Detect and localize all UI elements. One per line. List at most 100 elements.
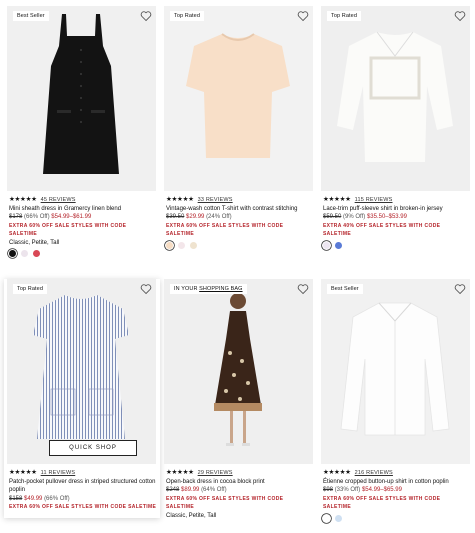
product-name[interactable]: Patch-pocket pullover dress in striped s… [9, 478, 158, 495]
sale-price: $54.99–$65.99 [361, 487, 402, 493]
sale-price: $54.99–$61.99 [51, 214, 92, 220]
sale-price: $89.99 [181, 487, 200, 493]
color-swatch[interactable] [335, 241, 342, 249]
color-swatch[interactable] [323, 514, 330, 522]
tshirt-image [164, 6, 313, 191]
star-rating: ★★★★★ [166, 469, 194, 476]
product-name[interactable]: Étienne cropped button-up shirt in cotto… [323, 478, 468, 487]
product-badge: Top Rated [170, 11, 204, 21]
star-rating: ★★★★★ [9, 196, 37, 203]
color-swatch[interactable] [166, 241, 173, 249]
heart-icon[interactable] [140, 10, 152, 22]
promo-text: EXTRA 60% OFF SALE STYLES WITH CODE SALE… [9, 222, 127, 238]
original-price: $248 [166, 487, 180, 493]
rating-row: ★★★★★ 45 REVIEWS [9, 196, 154, 205]
color-swatches [323, 241, 468, 249]
product-card[interactable]: Best Seller ★★★★★ 216 REVIEWS Étienne cr… [321, 279, 470, 522]
rating-row: ★★★★★ 115 REVIEWS [323, 196, 468, 205]
star-rating: ★★★★★ [323, 469, 351, 476]
sale-price: $49.99 [24, 495, 43, 502]
in-bag-badge: IN YOUR SHOPPING BAG [170, 284, 247, 294]
discount-percent: (64% Off) [201, 487, 227, 493]
product-card[interactable]: Top Rated ★★★★★ 33 REVIEWS Vintage-wash … [164, 6, 313, 249]
reviews-link[interactable]: 11 REVIEWS [41, 469, 76, 478]
color-swatch[interactable] [335, 514, 342, 522]
price-row: $158 $49.99 (66% Off) [9, 495, 158, 504]
rating-row: ★★★★★ 29 REVIEWS [166, 469, 311, 478]
price-row: $98 (33% Off) $54.99–$65.99 [323, 486, 468, 495]
product-card[interactable]: IN YOUR SHOPPING BAG ★★★★★ 29 REVIEWS Op… [164, 279, 313, 520]
price-row: $39.50 $29.99 (24% Off) [166, 213, 311, 222]
promo-text: EXTRA 60% OFF SALE STYLES WITH CODE SALE… [166, 222, 284, 238]
product-name[interactable]: Lace-trim puff-sleeve shirt in broken-in… [323, 205, 468, 214]
reviews-link[interactable]: 216 REVIEWS [355, 469, 393, 478]
star-rating: ★★★★★ [9, 469, 37, 476]
product-image[interactable]: Best Seller [7, 6, 156, 191]
product-badge: Top Rated [13, 284, 47, 294]
color-swatches [166, 241, 311, 249]
original-price: $59.50 [323, 214, 342, 220]
promo-text: EXTRA 40% OFF SALE STYLES WITH CODE SALE… [323, 222, 441, 238]
product-badge: Best Seller [13, 11, 49, 21]
sale-price: $29.99 [186, 214, 205, 220]
star-rating: ★★★★★ [166, 196, 194, 203]
promo-text: EXTRA 60% OFF SALE STYLES WITH CODE SALE… [9, 504, 157, 510]
product-image[interactable]: IN YOUR SHOPPING BAG [164, 279, 313, 464]
block-print-dress-image [164, 279, 313, 464]
promo-text: EXTRA 60% OFF SALE STYLES WITH CODE SALE… [166, 495, 284, 511]
product-card[interactable]: Best Seller ★★★★★ 45 REVIEWS Mini sheath… [7, 6, 156, 257]
heart-icon[interactable] [140, 283, 152, 295]
reviews-link[interactable]: 33 REVIEWS [198, 196, 233, 205]
color-swatches [9, 250, 154, 257]
promo-text: EXTRA 60% OFF SALE STYLES WITH CODE SALE… [323, 495, 441, 511]
product-name[interactable]: Vintage-wash cotton T-shirt with contras… [166, 205, 311, 214]
price-row: $248 $89.99 (64% Off) [166, 486, 311, 495]
star-rating: ★★★★★ [323, 196, 351, 203]
button-up-shirt-image [321, 279, 470, 464]
reviews-link[interactable]: 29 REVIEWS [198, 469, 233, 478]
heart-icon[interactable] [297, 283, 309, 295]
color-swatch[interactable] [323, 241, 330, 249]
heart-icon[interactable] [454, 283, 466, 295]
reviews-link[interactable]: 115 REVIEWS [355, 196, 393, 205]
fit-options: Classic, Petite, Tall [9, 239, 60, 246]
product-name[interactable]: Open-back dress in cocoa block print [166, 478, 311, 487]
discount-percent: (66% Off) [24, 214, 50, 220]
product-badge: Top Rated [327, 11, 361, 21]
heart-icon[interactable] [297, 10, 309, 22]
product-name[interactable]: Mini sheath dress in Gramercy linen blen… [9, 205, 154, 214]
lace-shirt-image [321, 6, 470, 191]
fit-options: Classic, Petite, Tall [166, 512, 217, 519]
original-price: $39.50 [166, 214, 185, 220]
original-price: $178 [9, 214, 23, 220]
original-price: $158 [9, 495, 23, 502]
shopping-bag-link[interactable]: SHOPPING BAG [199, 286, 242, 292]
rating-row: ★★★★★ 216 REVIEWS [323, 469, 468, 478]
product-badge: Best Seller [327, 284, 363, 294]
heart-icon[interactable] [454, 10, 466, 22]
product-card[interactable]: Top Rated QUICK SHOP ★★★★★ 11 REVIEWS Pa… [4, 279, 160, 518]
sale-price: $35.50–$53.99 [366, 214, 407, 220]
product-image[interactable]: Best Seller [321, 279, 470, 464]
product-image[interactable]: Top Rated QUICK SHOP [7, 279, 156, 464]
discount-percent: (66% Off) [44, 495, 70, 502]
rating-row: ★★★★★ 11 REVIEWS [9, 469, 158, 478]
color-swatches [323, 514, 468, 522]
reviews-link[interactable]: 45 REVIEWS [41, 196, 76, 205]
striped-dress-image [7, 279, 156, 464]
price-row: $178 (66% Off) $54.99–$61.99 [9, 213, 154, 222]
quick-shop-button[interactable]: QUICK SHOP [49, 440, 137, 456]
color-swatch[interactable] [9, 250, 16, 257]
price-row: $59.50 (9% Off) $35.50–$53.99 [323, 213, 468, 222]
product-image[interactable]: Top Rated [321, 6, 470, 191]
color-swatch[interactable] [21, 250, 28, 257]
original-price: $98 [323, 487, 334, 493]
discount-percent: (24% Off) [206, 214, 232, 220]
rating-row: ★★★★★ 33 REVIEWS [166, 196, 311, 205]
color-swatch[interactable] [178, 241, 185, 249]
product-card[interactable]: Top Rated ★★★★★ 115 REVIEWS Lace-trim pu… [321, 6, 470, 249]
color-swatch[interactable] [33, 250, 40, 257]
discount-percent: (9% Off) [343, 214, 366, 220]
color-swatch[interactable] [190, 241, 197, 249]
product-image[interactable]: Top Rated [164, 6, 313, 191]
